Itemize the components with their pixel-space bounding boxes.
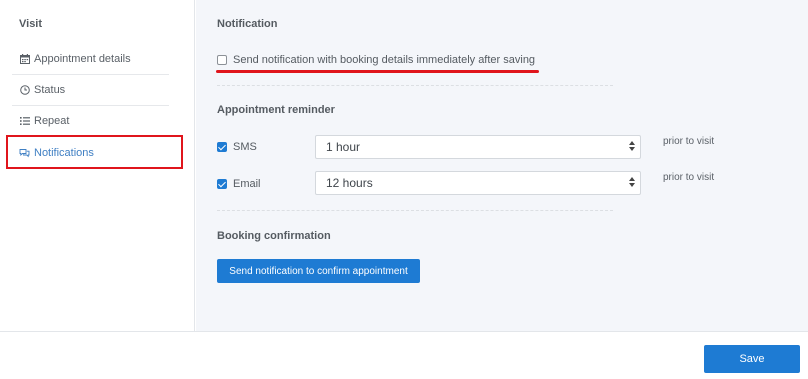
sms-reminder-value: 1 hour bbox=[326, 140, 361, 154]
highlight-underline bbox=[216, 70, 539, 73]
sms-reminder-option[interactable]: SMS bbox=[217, 141, 257, 153]
sidebar: Visit Appointment details Status Repeat … bbox=[0, 0, 195, 331]
main-panel: Notification Send notification with book… bbox=[196, 0, 808, 331]
email-reminder-option[interactable]: Email bbox=[217, 178, 261, 190]
save-button[interactable]: Save bbox=[704, 345, 800, 373]
email-prior-label: prior to visit bbox=[663, 172, 715, 183]
section-divider bbox=[217, 210, 613, 211]
sms-prior-label: prior to visit bbox=[663, 136, 715, 147]
sms-reminder-select[interactable]: 1 hour bbox=[315, 135, 641, 159]
calendar-icon bbox=[19, 54, 30, 65]
reminder-section-title: Appointment reminder bbox=[217, 104, 335, 116]
sidebar-title: Visit bbox=[19, 18, 43, 30]
email-reminder-value: 12 hours bbox=[326, 176, 373, 190]
select-arrows-icon bbox=[629, 141, 635, 151]
section-divider bbox=[217, 85, 613, 86]
select-arrows-icon bbox=[629, 177, 635, 187]
sidebar-item-label: Repeat bbox=[34, 115, 70, 127]
email-checkbox[interactable] bbox=[217, 179, 227, 189]
clock-icon bbox=[19, 85, 30, 96]
sidebar-item-label: Status bbox=[34, 84, 66, 96]
footer-bar: Save bbox=[0, 331, 808, 379]
send-confirmation-button[interactable]: Send notification to confirm appointment bbox=[217, 259, 420, 283]
notification-section-title: Notification bbox=[217, 18, 278, 30]
list-icon bbox=[19, 116, 30, 127]
send-immediately-option[interactable]: Send notification with booking details i… bbox=[217, 54, 535, 66]
notifications-highlight bbox=[6, 135, 183, 169]
confirmation-section-title: Booking confirmation bbox=[217, 230, 331, 242]
sms-label: SMS bbox=[233, 141, 257, 153]
email-label: Email bbox=[233, 178, 261, 190]
sidebar-item-label: Appointment details bbox=[34, 53, 131, 65]
sidebar-item-status[interactable]: Status bbox=[12, 75, 169, 106]
send-immediately-label: Send notification with booking details i… bbox=[233, 54, 536, 66]
email-reminder-select[interactable]: 12 hours bbox=[315, 171, 641, 195]
send-immediately-checkbox[interactable] bbox=[217, 55, 227, 65]
sidebar-item-repeat[interactable]: Repeat bbox=[12, 106, 169, 137]
sidebar-item-appointment-details[interactable]: Appointment details bbox=[12, 44, 169, 75]
sms-checkbox[interactable] bbox=[217, 142, 227, 152]
